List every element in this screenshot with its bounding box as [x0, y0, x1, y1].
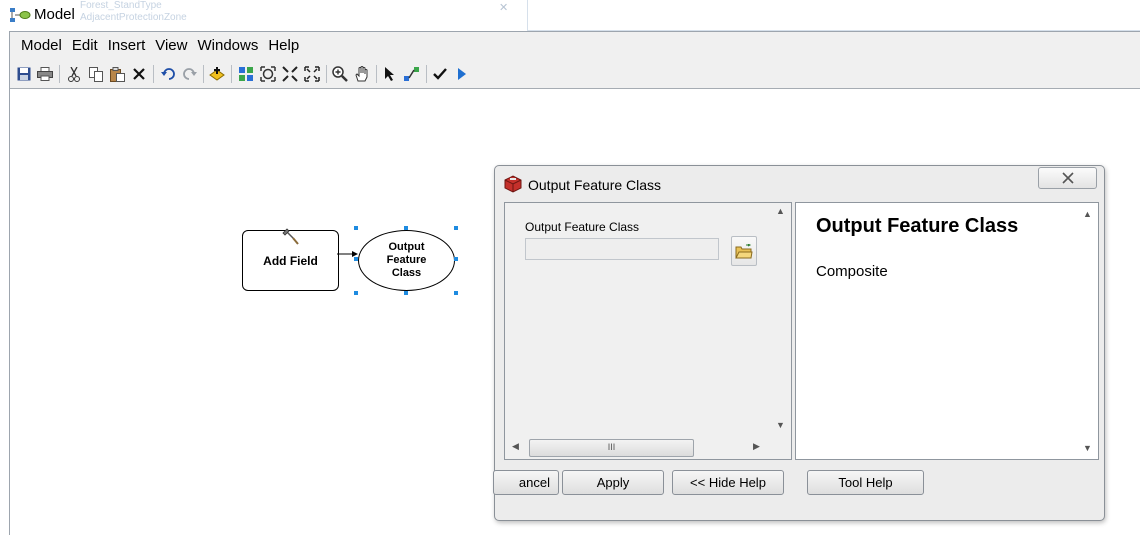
fixed-zoom-out-icon[interactable] — [304, 66, 320, 82]
data-node-label-line: Class — [391, 267, 422, 279]
paste-icon[interactable] — [109, 66, 125, 82]
copy-icon[interactable] — [88, 66, 104, 82]
menu-edit[interactable]: Edit — [66, 37, 104, 54]
dialog-close-button[interactable] — [1038, 167, 1097, 189]
selection-handle[interactable] — [354, 291, 358, 295]
help-title: Output Feature Class — [816, 215, 1019, 237]
tool-node-label: Add Field — [263, 253, 318, 268]
auto-layout-icon[interactable] — [238, 66, 254, 82]
selection-handle[interactable] — [454, 257, 458, 261]
hide-help-button[interactable]: << Hide Help — [672, 470, 784, 495]
close-icon — [1061, 172, 1074, 184]
window-titlebar[interactable]: Model Forest_StandType AdjacentProtectio… — [0, 0, 1140, 31]
background-window: Forest_StandType AdjacentProtectionZone … — [62, 0, 514, 31]
help-pane: Output Feature Class Composite ▲ ▼ — [795, 202, 1099, 460]
data-node-label-line: Output — [388, 241, 425, 253]
fixed-zoom-in-icon[interactable] — [282, 66, 298, 82]
print-icon[interactable] — [37, 66, 53, 82]
selection-handle[interactable] — [454, 291, 458, 295]
menu-bar: Model Edit Insert View Windows Help — [10, 32, 1140, 58]
output-feature-class-dialog: Output Feature Class Output Feature Clas… — [493, 165, 1105, 521]
scroll-up-icon[interactable]: ▲ — [1083, 209, 1092, 219]
scroll-down-icon[interactable]: ▼ — [1083, 443, 1092, 453]
param-label: Output Feature Class — [525, 220, 640, 234]
select-icon[interactable] — [382, 66, 398, 82]
horizontal-scroll-thumb[interactable]: III — [529, 439, 694, 457]
undo-icon[interactable] — [160, 66, 176, 82]
connect-icon[interactable] — [404, 66, 420, 82]
toolbar-separator — [59, 65, 60, 83]
scroll-right-icon[interactable]: ▶ — [753, 441, 760, 452]
toolbar-separator — [231, 65, 232, 83]
selection-handle[interactable] — [454, 226, 458, 230]
toolbar-separator — [203, 65, 204, 83]
selection-handle[interactable] — [404, 291, 408, 295]
dialog-title: Output Feature Class — [528, 177, 662, 193]
background-line: AdjacentProtectionZone — [80, 12, 187, 23]
toolbar-separator — [376, 65, 377, 83]
help-vertical-scrollbar[interactable]: ▲ ▼ — [1078, 203, 1097, 458]
menu-insert[interactable]: Insert — [102, 37, 152, 54]
toolbox-icon — [504, 175, 522, 193]
background-line: Forest_StandType — [80, 0, 162, 11]
run-icon[interactable] — [454, 66, 470, 82]
selection-handle[interactable] — [404, 226, 408, 230]
help-text: Composite — [816, 263, 888, 280]
menu-model[interactable]: Model — [15, 37, 68, 54]
output-feature-class-input[interactable] — [525, 238, 719, 260]
validate-icon[interactable] — [432, 66, 448, 82]
cancel-button[interactable]: ancel — [493, 470, 559, 495]
scroll-up-icon[interactable]: ▲ — [776, 206, 785, 216]
scroll-left-icon[interactable]: ◀ — [512, 441, 519, 452]
background-close-icon: ✕ — [499, 2, 509, 14]
selection-handle[interactable] — [354, 257, 358, 261]
parameters-pane: Output Feature Class ▲ ▼ ◀ III ▶ — [504, 202, 792, 460]
delete-icon[interactable] — [131, 66, 147, 82]
toolbar-separator — [426, 65, 427, 83]
toolbar-separator — [326, 65, 327, 83]
cut-icon[interactable] — [66, 66, 82, 82]
params-vertical-scrollbar[interactable]: ▲ ▼ — [771, 203, 790, 435]
scroll-down-icon[interactable]: ▼ — [776, 420, 785, 430]
data-node-output-feature-class[interactable]: Output Feature Class — [358, 230, 455, 291]
hammer-icon — [282, 228, 299, 245]
folder-icon — [735, 243, 753, 258]
dialog-body: Output Feature Class ▲ ▼ ◀ III ▶ Output … — [493, 202, 1099, 514]
add-data-icon[interactable] — [209, 66, 225, 82]
selection-handle[interactable] — [354, 226, 358, 230]
menu-help[interactable]: Help — [262, 37, 305, 54]
save-icon[interactable] — [16, 66, 32, 82]
browse-button[interactable] — [731, 236, 757, 266]
apply-button[interactable]: Apply — [562, 470, 664, 495]
full-extent-icon[interactable] — [260, 66, 276, 82]
toolbar-separator — [153, 65, 154, 83]
pan-icon[interactable] — [354, 66, 370, 82]
menu-view[interactable]: View — [149, 37, 193, 54]
tool-help-button[interactable]: Tool Help — [807, 470, 924, 495]
toolbar — [10, 58, 1140, 88]
redo-icon[interactable] — [182, 66, 198, 82]
model-app-icon — [10, 8, 31, 22]
background-panel — [527, 0, 1140, 31]
params-horizontal-scrollbar[interactable]: ◀ III ▶ — [505, 436, 771, 458]
zoom-in-icon[interactable] — [332, 66, 348, 82]
menu-windows[interactable]: Windows — [191, 37, 264, 54]
data-node-label-line: Feature — [386, 254, 427, 266]
